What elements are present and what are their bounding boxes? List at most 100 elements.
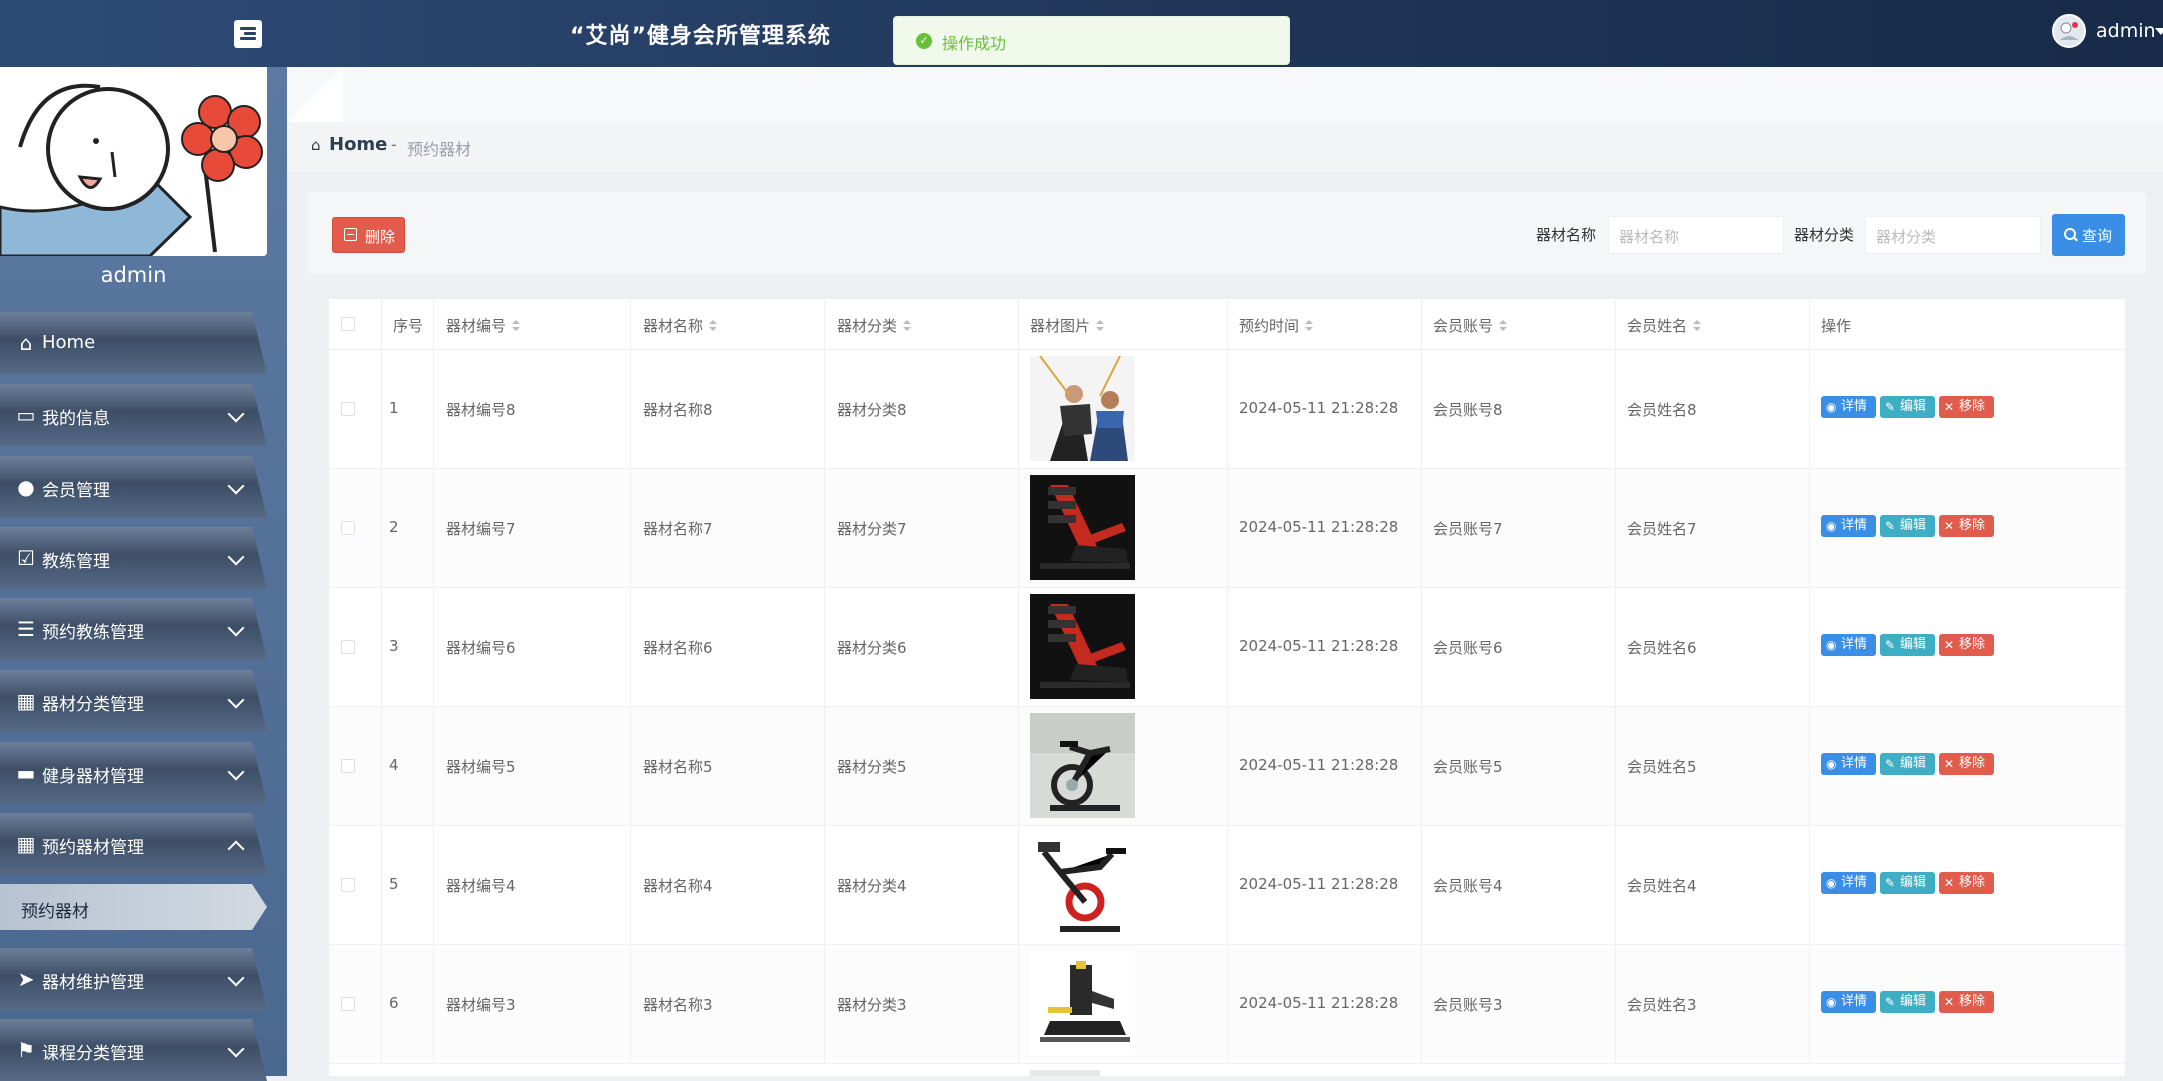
detail-button[interactable]: ◉ 详情 xyxy=(1821,634,1876,656)
menu-toggle-icon[interactable] xyxy=(234,20,262,48)
edit-button[interactable]: ✎ 编辑 xyxy=(1880,515,1935,537)
column-divider xyxy=(433,298,434,1076)
user-avatar[interactable] xyxy=(2052,14,2086,48)
edit-button[interactable]: ✎ 编辑 xyxy=(1880,634,1935,656)
close-icon: ✕ xyxy=(1944,995,1955,1009)
close-icon: ✕ xyxy=(1944,519,1955,533)
grid-icon: ▦ xyxy=(16,689,36,713)
detail-button[interactable]: ◉ 详情 xyxy=(1821,515,1876,537)
member-account: 会员账号4 xyxy=(1433,877,1503,895)
sort-icon[interactable] xyxy=(709,320,718,332)
equipment-thumbnail[interactable] xyxy=(1030,594,1135,699)
edit-label: 编辑 xyxy=(1900,399,1927,414)
sort-icon[interactable] xyxy=(1305,320,1314,332)
edit-label: 编辑 xyxy=(1900,756,1927,771)
column-header-label: 会员账号 xyxy=(1433,317,1494,335)
remove-button[interactable]: ✕ 移除 xyxy=(1939,634,1994,656)
profile-name: admin xyxy=(100,263,167,287)
sort-icon[interactable] xyxy=(1499,320,1508,332)
sort-icon[interactable] xyxy=(903,320,912,332)
column-divider xyxy=(1421,298,1422,1076)
sort-icon[interactable] xyxy=(1693,320,1702,332)
remove-button[interactable]: ✕ 移除 xyxy=(1939,753,1994,775)
sort-icon[interactable] xyxy=(1096,320,1105,332)
column-header: 序号 xyxy=(393,317,424,335)
column-header-code[interactable]: 器材编号 xyxy=(446,315,521,336)
row-checkbox[interactable] xyxy=(341,997,355,1011)
detail-button[interactable]: ◉ 详情 xyxy=(1821,872,1876,894)
sidebar-item-label: 课程分类管理 xyxy=(42,1044,144,1064)
query-button[interactable]: 查询 xyxy=(2052,214,2125,256)
home-icon[interactable]: ⌂ xyxy=(311,138,325,153)
detail-label: 详情 xyxy=(1841,637,1868,652)
sidebar-item-course-category[interactable]: ⚑ 课程分类管理 xyxy=(0,1019,267,1081)
sidebar-item-member-management[interactable]: ● 会员管理 xyxy=(0,456,267,518)
equipment-name: 器材名称6 xyxy=(643,639,713,657)
equipment-thumbnail[interactable] xyxy=(1030,713,1135,818)
equipment-thumbnail[interactable] xyxy=(1030,832,1135,937)
row-checkbox[interactable] xyxy=(341,521,355,535)
equipment-name: 器材名称5 xyxy=(643,758,713,776)
sidebar-item-coach-booking[interactable]: ☰ 预约教练管理 xyxy=(0,598,267,660)
edit-button[interactable]: ✎ 编辑 xyxy=(1880,991,1935,1013)
chevron-down-icon xyxy=(227,548,245,566)
table-row-partial xyxy=(329,1064,2125,1076)
select-all-checkbox[interactable] xyxy=(341,317,355,331)
grid-icon: ▦ xyxy=(16,832,36,856)
equipment-thumbnail[interactable] xyxy=(1030,475,1135,580)
detail-button[interactable]: ◉ 详情 xyxy=(1821,396,1876,418)
booking-time: 2024-05-11 21:28:28 xyxy=(1239,399,1399,417)
sidebar-item-equipment-booking[interactable]: ▦ 预约器材管理 xyxy=(0,813,267,875)
column-header-name[interactable]: 器材名称 xyxy=(643,315,718,336)
sidebar-item-equipment-category[interactable]: ▦ 器材分类管理 xyxy=(0,670,267,732)
edit-button[interactable]: ✎ 编辑 xyxy=(1880,872,1935,894)
detail-button[interactable]: ◉ 详情 xyxy=(1821,991,1876,1013)
sidebar-item-label: 我的信息 xyxy=(42,409,110,429)
row-checkbox[interactable] xyxy=(341,878,355,892)
equipment-thumbnail[interactable] xyxy=(1030,951,1135,1056)
caret-down-icon[interactable] xyxy=(2155,28,2163,35)
user-name[interactable]: admin xyxy=(2096,20,2156,42)
column-header-account[interactable]: 会员账号 xyxy=(1433,315,1508,336)
sidebar-item-home[interactable]: ⌂ Home xyxy=(0,312,267,374)
minus-square-icon xyxy=(344,228,357,241)
column-header-time[interactable]: 预约时间 xyxy=(1239,315,1314,336)
column-header-label: 器材分类 xyxy=(837,317,898,335)
remove-button[interactable]: ✕ 移除 xyxy=(1939,991,1994,1013)
chevron-down-icon xyxy=(227,1040,245,1058)
equipment-category: 器材分类5 xyxy=(837,758,907,776)
sidebar-item-fitness-equipment[interactable]: ▬ 健身器材管理 xyxy=(0,742,267,804)
row-checkbox[interactable] xyxy=(341,640,355,654)
edit-button[interactable]: ✎ 编辑 xyxy=(1880,753,1935,775)
column-header-category[interactable]: 器材分类 xyxy=(837,315,912,336)
row-checkbox[interactable] xyxy=(341,759,355,773)
sidebar-subitem-equipment-booking[interactable]: 预约器材 xyxy=(0,884,267,930)
column-divider xyxy=(1227,298,1228,1076)
column-divider xyxy=(381,298,382,1076)
equipment-thumbnail[interactable] xyxy=(1030,356,1135,461)
booking-time: 2024-05-11 21:28:28 xyxy=(1239,875,1399,893)
remove-button[interactable]: ✕ 移除 xyxy=(1939,515,1994,537)
chevron-down-icon xyxy=(227,969,245,987)
delete-button[interactable]: 删除 xyxy=(332,217,405,253)
remove-button[interactable]: ✕ 移除 xyxy=(1939,396,1994,418)
equipment-category: 器材分类3 xyxy=(837,996,907,1014)
tab-strip xyxy=(287,67,2163,122)
detail-button[interactable]: ◉ 详情 xyxy=(1821,753,1876,775)
sort-icon[interactable] xyxy=(512,320,521,332)
sidebar-item-my-info[interactable]: ▭ 我的信息 xyxy=(0,384,267,446)
edit-button[interactable]: ✎ 编辑 xyxy=(1880,396,1935,418)
column-header-member[interactable]: 会员姓名 xyxy=(1627,315,1702,336)
remove-button[interactable]: ✕ 移除 xyxy=(1939,872,1994,894)
column-header-image[interactable]: 器材图片 xyxy=(1030,315,1105,336)
eye-icon: ◉ xyxy=(1826,519,1837,533)
breadcrumb-home[interactable]: Home xyxy=(329,134,387,155)
remove-label: 移除 xyxy=(1959,756,1986,771)
sidebar-item-equipment-maintenance[interactable]: ➤ 器材维护管理 xyxy=(0,948,267,1010)
row-checkbox[interactable] xyxy=(341,402,355,416)
sidebar-item-coach-management[interactable]: ☑ 教练管理 xyxy=(0,527,267,589)
chevron-down-icon xyxy=(227,477,245,495)
equipment-name-input[interactable]: 器材名称 xyxy=(1608,216,1784,254)
sidebar-item-label: 器材维护管理 xyxy=(42,973,144,993)
equipment-category-input[interactable]: 器材分类 xyxy=(1865,216,2041,254)
